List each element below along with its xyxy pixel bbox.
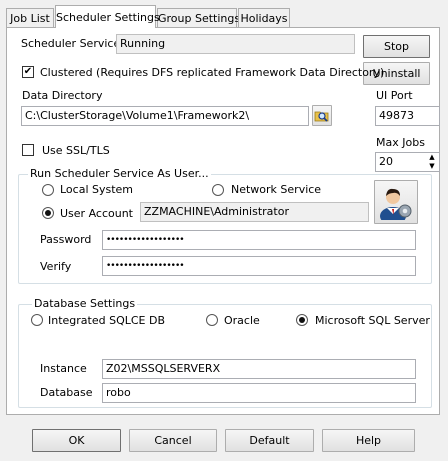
database-input[interactable]: robo — [102, 383, 416, 403]
password-label: Password — [40, 233, 92, 246]
local-system-radio[interactable] — [42, 184, 54, 196]
data-directory-input[interactable]: C:\ClusterStorage\Volume1\Framework2\ — [21, 106, 309, 126]
folder-search-icon — [314, 111, 329, 122]
db-oracle-radio[interactable] — [206, 314, 218, 326]
checkmark-icon: ✔ — [23, 66, 33, 77]
stepper-up-icon[interactable]: ▲ — [425, 153, 439, 162]
max-jobs-label: Max Jobs — [376, 136, 425, 149]
tab-job-list[interactable]: Job List — [6, 8, 54, 27]
user-account-label: User Account — [60, 207, 133, 220]
network-service-label: Network Service — [231, 183, 322, 196]
run-as-user-legend: Run Scheduler Service As User... — [28, 167, 211, 180]
instance-label: Instance — [40, 362, 87, 375]
user-account-radio[interactable] — [42, 207, 54, 219]
clustered-checkbox[interactable]: ✔ — [22, 66, 34, 78]
ui-port-label: UI Port — [376, 89, 413, 102]
tab-group-settings[interactable]: Group Settings — [157, 8, 240, 27]
ssl-label: Use SSL/TLS — [42, 144, 110, 157]
stop-button[interactable]: Stop — [363, 35, 430, 58]
db-sqlce-label: Integrated SQLCE DB — [48, 314, 166, 327]
user-account-field: ZZMACHINE\Administrator — [140, 202, 369, 222]
max-jobs-value: 20 — [379, 155, 393, 168]
scheduler-service-status: Running — [116, 34, 355, 54]
help-button[interactable]: Help — [322, 429, 415, 452]
scheduler-service-label: Scheduler Service: — [21, 37, 124, 50]
cancel-button[interactable]: Cancel — [129, 429, 217, 452]
tab-scheduler-settings[interactable]: Scheduler Settings — [55, 5, 160, 28]
network-service-radio[interactable] — [212, 184, 224, 196]
ui-port-input[interactable]: 49873 — [375, 106, 440, 126]
db-sqlce-radio[interactable] — [31, 314, 43, 326]
verify-input[interactable]: •••••••••••••••••• — [102, 256, 416, 276]
password-input[interactable]: •••••••••••••••••• — [102, 230, 416, 250]
tab-holidays[interactable]: Holidays — [238, 8, 290, 27]
stepper-down-icon[interactable]: ▼ — [425, 162, 439, 171]
browse-folder-button[interactable] — [312, 105, 332, 126]
db-mssql-radio[interactable] — [296, 314, 308, 326]
ok-button[interactable]: OK — [32, 429, 121, 452]
instance-input[interactable]: Z02\MSSQLSERVERX — [102, 359, 416, 379]
database-label: Database — [40, 386, 93, 399]
user-settings-icon — [380, 188, 412, 225]
ssl-checkbox[interactable] — [22, 144, 34, 156]
default-button[interactable]: Default — [225, 429, 314, 452]
db-mssql-label: Microsoft SQL Server — [315, 314, 430, 327]
db-oracle-label: Oracle — [224, 314, 260, 327]
select-user-button[interactable] — [374, 180, 418, 225]
local-system-label: Local System — [60, 183, 134, 196]
database-settings-legend: Database Settings — [32, 297, 138, 310]
verify-label: Verify — [40, 260, 72, 273]
data-directory-label: Data Directory — [22, 89, 103, 102]
clustered-label: Clustered (Requires DFS replicated Frame… — [40, 66, 385, 79]
